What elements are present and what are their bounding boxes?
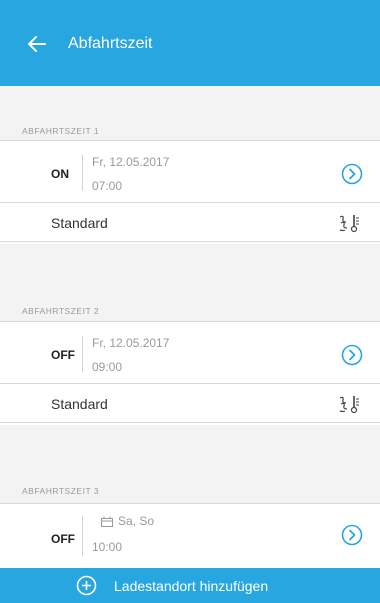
departure-3-days: Sa, So (118, 514, 155, 528)
divider (82, 336, 83, 372)
chevron-right-icon[interactable] (341, 163, 363, 185)
climate-icon (339, 215, 359, 233)
departure-2-time: 09:00 (92, 360, 123, 374)
chevron-right-icon[interactable] (341, 524, 363, 546)
departure-card-3: OFF Sa, So 10:00 (0, 503, 380, 568)
departure-1-profile-row[interactable]: Standard (0, 202, 380, 242)
departure-1-time: 07:00 (92, 179, 123, 193)
recurring-calendar-icon (101, 516, 113, 527)
departure-2-profile-label: Standard (51, 396, 108, 412)
plus-circle-icon (76, 575, 97, 596)
climate-icon (339, 396, 359, 414)
page-title: Abfahrtszeit (68, 35, 153, 52)
departure-1-row[interactable]: ON Fr, 12.05.2017 07:00 (0, 140, 380, 202)
divider (82, 516, 83, 556)
departure-1-state[interactable]: ON (51, 167, 69, 181)
back-arrow-icon[interactable] (26, 33, 48, 55)
departure-card-2: OFF Fr, 12.05.2017 09:00 Standard (0, 321, 380, 425)
departure-2-state[interactable]: OFF (51, 348, 75, 362)
departure-card-1: ON Fr, 12.05.2017 07:00 Standard (0, 140, 380, 244)
divider (82, 155, 83, 191)
departure-3-state[interactable]: OFF (51, 532, 75, 546)
chevron-right-icon[interactable] (341, 344, 363, 366)
departure-2-profile-row[interactable]: Standard (0, 383, 380, 423)
section-label-departure-3: ABFAHRTSZEIT 3 (22, 486, 100, 496)
departure-3-row[interactable]: OFF Sa, So 10:00 (0, 503, 380, 565)
section-label-departure-2: ABFAHRTSZEIT 2 (22, 306, 100, 316)
departure-1-profile-label: Standard (51, 215, 108, 231)
app-bar: Abfahrtszeit (0, 0, 380, 86)
section-label-departure-1: ABFAHRTSZEIT 1 (22, 126, 100, 136)
departure-1-date: Fr, 12.05.2017 (92, 155, 170, 169)
departure-2-date: Fr, 12.05.2017 (92, 336, 170, 350)
add-charging-location-label: Ladestandort hinzufügen (114, 578, 269, 594)
departure-2-row[interactable]: OFF Fr, 12.05.2017 09:00 (0, 321, 380, 383)
add-charging-location-button[interactable]: Ladestandort hinzufügen (0, 568, 380, 603)
departure-3-time: 10:00 (92, 540, 123, 554)
